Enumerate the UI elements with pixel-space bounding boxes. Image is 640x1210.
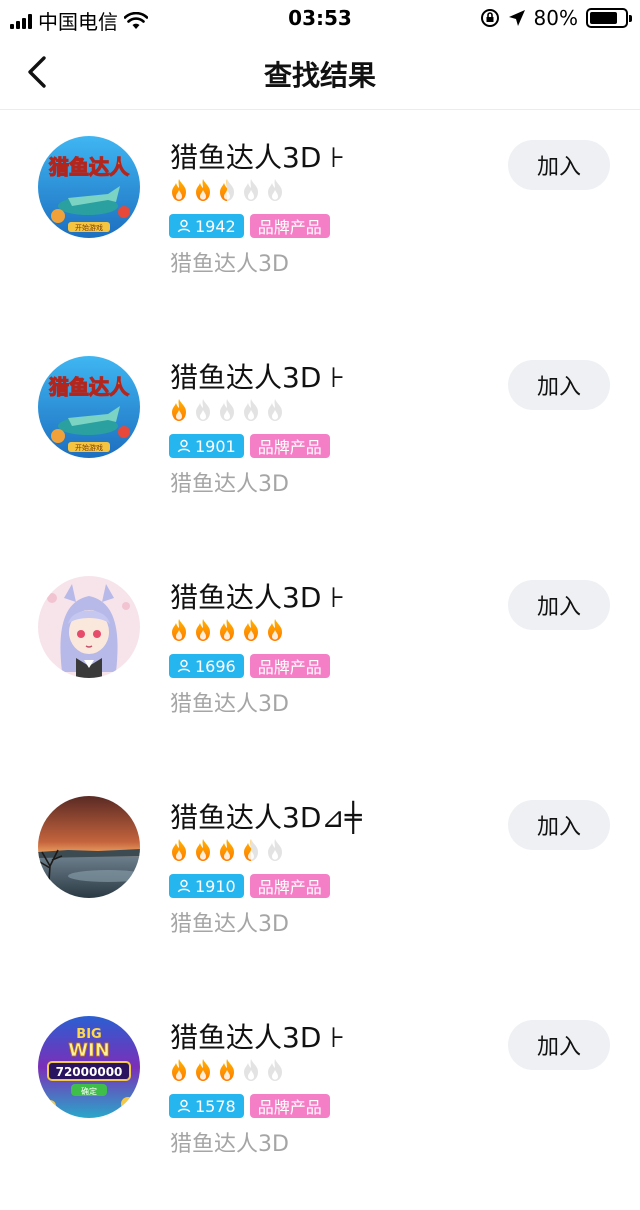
person-icon bbox=[177, 879, 191, 893]
flame-icon bbox=[244, 839, 258, 861]
list-item[interactable]: BIG WIN 72000000 确定 猎鱼达人3D ⊦ 1578 品牌产品 猎… bbox=[0, 990, 640, 1210]
brand-badge: 品牌产品 bbox=[249, 214, 330, 238]
list-item[interactable]: 猎鱼达人3D⊿╪ 1910 品牌产品 猎鱼达人3D 加入 bbox=[0, 770, 640, 990]
svg-text:WIN: WIN bbox=[68, 1040, 110, 1061]
join-button[interactable]: 加入 bbox=[508, 360, 610, 410]
group-name: 猎鱼达人3D ⊦ bbox=[170, 361, 345, 394]
tag-row: 1578 品牌产品 bbox=[169, 1094, 330, 1118]
member-count-badge: 1578 bbox=[169, 1094, 244, 1118]
result-list: 猎鱼达人 开始游戏 猎鱼达人3D ⊦ 1942 品牌产品 猎鱼达人3D 加入 猎… bbox=[0, 110, 640, 1210]
flame-icon bbox=[220, 619, 234, 641]
member-count: 1910 bbox=[195, 876, 236, 896]
brand-badge: 品牌产品 bbox=[249, 434, 330, 458]
brand-badge: 品牌产品 bbox=[249, 874, 330, 898]
flame-icon bbox=[172, 1059, 186, 1081]
flame-icon bbox=[268, 1059, 282, 1081]
group-subtitle: 猎鱼达人3D bbox=[170, 692, 289, 717]
group-name: 猎鱼达人3D ⊦ bbox=[170, 141, 345, 174]
member-count-badge: 1696 bbox=[169, 654, 244, 678]
flame-icon bbox=[196, 619, 210, 641]
person-icon bbox=[177, 219, 191, 233]
status-right: 80% bbox=[480, 6, 632, 30]
join-button[interactable]: 加入 bbox=[508, 800, 610, 850]
member-count-badge: 1901 bbox=[169, 434, 244, 458]
group-name: 猎鱼达人3D ⊦ bbox=[170, 581, 345, 614]
join-button[interactable]: 加入 bbox=[508, 140, 610, 190]
flame-icon bbox=[196, 399, 210, 421]
tag-row: 1942 品牌产品 bbox=[169, 214, 330, 238]
flame-icon bbox=[244, 399, 258, 421]
avatar[interactable] bbox=[38, 576, 140, 678]
rotation-lock-icon bbox=[480, 9, 499, 27]
flame-icon bbox=[220, 399, 234, 421]
nav-bar: 查找结果 bbox=[0, 36, 640, 110]
svg-text:确定: 确定 bbox=[81, 1086, 97, 1096]
person-icon bbox=[177, 1099, 191, 1113]
group-name: 猎鱼达人3D⊿╪ bbox=[170, 801, 362, 834]
flame-icon bbox=[268, 619, 282, 641]
rating-flames bbox=[168, 838, 286, 862]
brand-badge: 品牌产品 bbox=[249, 1094, 330, 1118]
svg-text:猎鱼达人: 猎鱼达人 bbox=[49, 375, 130, 399]
flame-icon bbox=[268, 179, 282, 201]
flame-icon bbox=[268, 399, 282, 421]
member-count-badge: 1910 bbox=[169, 874, 244, 898]
group-subtitle: 猎鱼达人3D bbox=[170, 912, 289, 937]
avatar[interactable]: 猎鱼达人 开始游戏 bbox=[38, 136, 140, 238]
member-count: 1578 bbox=[195, 1096, 236, 1116]
person-icon bbox=[177, 659, 191, 673]
member-count-badge: 1942 bbox=[169, 214, 244, 238]
flame-icon bbox=[244, 619, 258, 641]
brand-badge: 品牌产品 bbox=[249, 654, 330, 678]
group-subtitle: 猎鱼达人3D bbox=[170, 252, 289, 277]
rating-flames bbox=[168, 618, 286, 642]
flame-icon bbox=[172, 179, 186, 201]
svg-text:开始游戏: 开始游戏 bbox=[75, 223, 103, 232]
join-button[interactable]: 加入 bbox=[508, 1020, 610, 1070]
join-button[interactable]: 加入 bbox=[508, 580, 610, 630]
rating-flames bbox=[168, 1058, 286, 1082]
tag-row: 1696 品牌产品 bbox=[169, 654, 330, 678]
list-item[interactable]: 猎鱼达人3D ⊦ 1696 品牌产品 猎鱼达人3D 加入 bbox=[0, 550, 640, 770]
flame-icon bbox=[268, 839, 282, 861]
rating-flames bbox=[168, 178, 286, 202]
avatar[interactable]: 猎鱼达人 开始游戏 bbox=[38, 356, 140, 458]
flame-icon bbox=[220, 179, 234, 201]
flame-icon bbox=[244, 179, 258, 201]
page-title: 查找结果 bbox=[263, 59, 376, 92]
flame-icon bbox=[172, 399, 186, 421]
tag-row: 1901 品牌产品 bbox=[169, 434, 330, 458]
svg-text:猎鱼达人: 猎鱼达人 bbox=[49, 155, 130, 179]
member-count: 1696 bbox=[195, 656, 236, 676]
rating-flames bbox=[168, 398, 286, 422]
status-bar: 中国电信 03:53 80% bbox=[0, 0, 640, 36]
member-count: 1942 bbox=[195, 216, 236, 236]
list-item[interactable]: 猎鱼达人 开始游戏 猎鱼达人3D ⊦ 1901 品牌产品 猎鱼达人3D 加入 bbox=[0, 330, 640, 550]
flame-icon bbox=[196, 179, 210, 201]
svg-text:开始游戏: 开始游戏 bbox=[75, 443, 103, 452]
battery-percent: 80% bbox=[533, 6, 578, 30]
tag-row: 1910 品牌产品 bbox=[169, 874, 330, 898]
location-arrow-icon bbox=[508, 10, 525, 26]
group-subtitle: 猎鱼达人3D bbox=[170, 472, 289, 497]
flame-icon bbox=[220, 839, 234, 861]
flame-icon bbox=[196, 839, 210, 861]
group-subtitle: 猎鱼达人3D bbox=[170, 1132, 289, 1157]
person-icon bbox=[177, 439, 191, 453]
flame-icon bbox=[172, 839, 186, 861]
avatar[interactable]: BIG WIN 72000000 确定 bbox=[38, 1016, 140, 1118]
group-name: 猎鱼达人3D ⊦ bbox=[170, 1021, 345, 1054]
battery-icon bbox=[586, 8, 632, 28]
flame-icon bbox=[220, 1059, 234, 1081]
flame-icon bbox=[244, 1059, 258, 1081]
svg-text:72000000: 72000000 bbox=[56, 1065, 123, 1079]
flame-icon bbox=[172, 619, 186, 641]
avatar[interactable] bbox=[38, 796, 140, 898]
member-count: 1901 bbox=[195, 436, 236, 456]
flame-icon bbox=[196, 1059, 210, 1081]
list-item[interactable]: 猎鱼达人 开始游戏 猎鱼达人3D ⊦ 1942 品牌产品 猎鱼达人3D 加入 bbox=[0, 110, 640, 330]
